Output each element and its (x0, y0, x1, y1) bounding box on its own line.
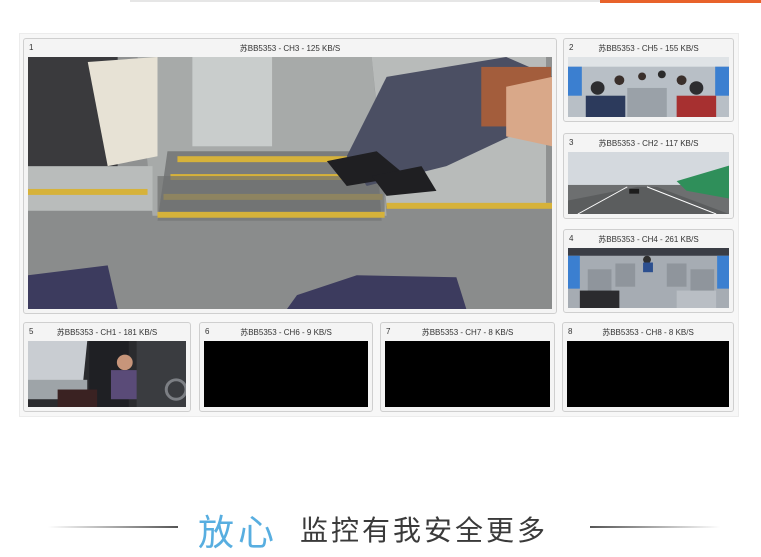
tile-caption: 苏BB5353 - CH7 - 8 KB/S (421, 328, 514, 337)
video-feed-driver[interactable] (28, 341, 186, 407)
slogan-highlight: 放心 (198, 513, 279, 554)
tile-header: 4 苏BB5353 - CH4 - 261 KB/S (564, 230, 733, 247)
tile-header: 3 苏BB5353 - CH2 - 117 KB/S (564, 134, 733, 151)
video-monitor-grid: 1 苏BB5353 - CH3 - 125 KB/S 2 苏BB5353 - C… (19, 33, 739, 417)
road-image (568, 152, 729, 214)
tile-caption: 苏BB5353 - CH4 - 261 KB/S (598, 235, 699, 244)
tile-header: 7 苏BB5353 - CH7 - 8 KB/S (381, 323, 554, 340)
stairwell-image (28, 57, 552, 309)
video-tile-3[interactable]: 3 苏BB5353 - CH2 - 117 KB/S (563, 133, 734, 219)
tile-header: 6 苏BB5353 - CH6 - 9 KB/S (200, 323, 372, 340)
cabin-rear-image (568, 248, 729, 308)
video-tile-6[interactable]: 6 苏BB5353 - CH6 - 9 KB/S (199, 322, 373, 412)
tile-caption: 苏BB5353 - CH1 - 181 KB/S (56, 328, 158, 337)
video-feed-stairwell[interactable] (28, 57, 552, 309)
video-tile-4[interactable]: 4 苏BB5353 - CH4 - 261 KB/S (563, 229, 734, 313)
tile-caption: 苏BB5353 - CH8 - 8 KB/S (602, 328, 694, 337)
tile-caption: 苏BB5353 - CH2 - 117 KB/S (598, 139, 699, 148)
tile-caption: 苏BB5353 - CH6 - 9 KB/S (240, 328, 332, 337)
video-tile-2[interactable]: 2 苏BB5353 - CH5 - 155 KB/S (563, 38, 734, 122)
video-feed-no-signal[interactable] (385, 341, 550, 407)
cabin-image (568, 57, 729, 117)
video-tile-7[interactable]: 7 苏BB5353 - CH7 - 8 KB/S (380, 322, 555, 412)
tile-header: 2 苏BB5353 - CH5 - 155 KB/S (564, 39, 733, 56)
top-divider-line (130, 0, 600, 2)
video-tile-8[interactable]: 8 苏BB5353 - CH8 - 8 KB/S (562, 322, 734, 412)
slogan-text: 监控有我安全更多 (300, 514, 549, 547)
video-feed-cabin[interactable] (568, 57, 729, 117)
tile-caption: 苏BB5353 - CH5 - 155 KB/S (598, 44, 699, 53)
video-feed-no-signal[interactable] (567, 341, 729, 407)
video-feed-cabin-rear[interactable] (568, 248, 729, 308)
tile-caption: 苏BB5353 - CH3 - 125 KB/S (239, 44, 341, 53)
video-tile-1[interactable]: 1 苏BB5353 - CH3 - 125 KB/S (23, 38, 557, 314)
tile-header: 1 苏BB5353 - CH3 - 125 KB/S (24, 39, 556, 56)
driver-image (28, 341, 186, 407)
tile-header: 8 苏BB5353 - CH8 - 8 KB/S (563, 323, 733, 340)
slogan-left-line (48, 526, 178, 528)
top-accent-bar (0, 0, 761, 4)
tile-header: 5 苏BB5353 - CH1 - 181 KB/S (24, 323, 190, 340)
video-feed-road[interactable] (568, 152, 729, 214)
slogan-banner: 放心 监控有我安全更多 (0, 500, 761, 554)
top-orange-tab (600, 0, 761, 3)
slogan-right-line (590, 526, 720, 528)
video-feed-no-signal[interactable] (204, 341, 368, 407)
video-tile-5[interactable]: 5 苏BB5353 - CH1 - 181 KB/S (23, 322, 191, 412)
